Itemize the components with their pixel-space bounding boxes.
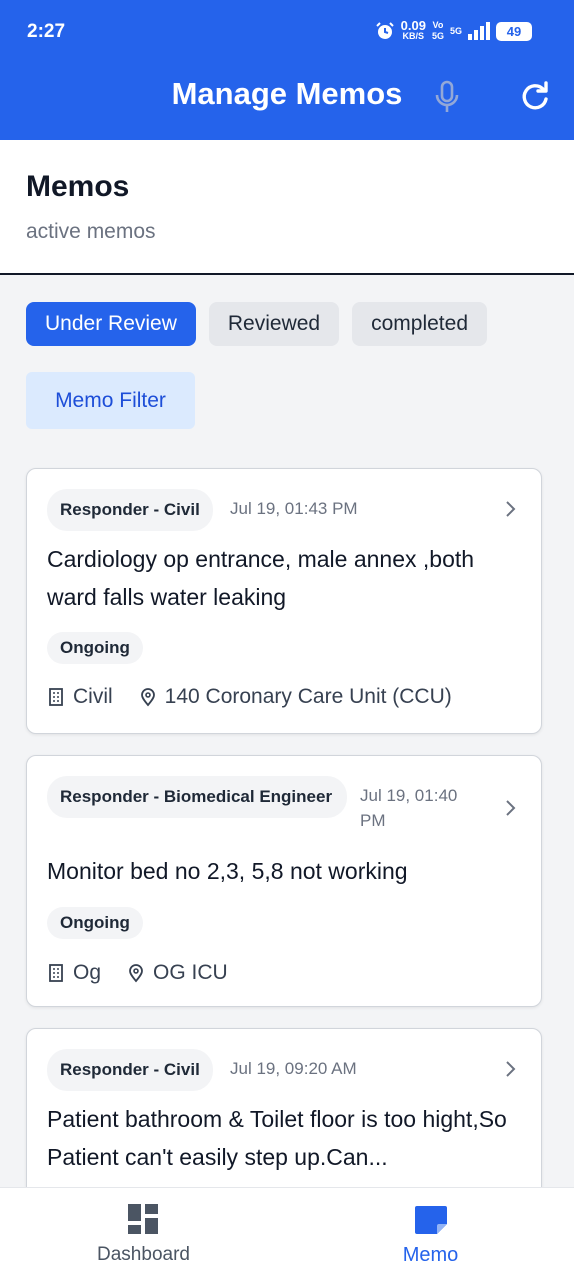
memo-meta: Og OG ICU <box>47 961 228 985</box>
building-icon <box>49 688 63 706</box>
memo-department: Civil <box>73 685 113 708</box>
net-speed: 0.09 KB/S <box>400 18 426 41</box>
chevron-right-icon[interactable] <box>503 798 517 818</box>
page-subtitle: active memos <box>26 220 156 243</box>
memo-filter-button[interactable]: Memo Filter <box>26 372 195 429</box>
status-time: 2:27 <box>27 21 66 42</box>
page-header: Memos active memos <box>0 140 574 275</box>
nav-memo[interactable]: Memo <box>287 1188 574 1280</box>
status-icons: 0.09 KB/S Vo 5G 5G 49 <box>375 18 532 42</box>
network-type: 5G <box>449 25 462 36</box>
chevron-right-icon[interactable] <box>503 499 517 519</box>
status-tabs: Under Review Reviewed completed <box>26 302 487 346</box>
memo-location: OG ICU <box>153 961 228 984</box>
bottom-nav: Dashboard Memo <box>0 1187 574 1280</box>
status-badge: Ongoing <box>47 632 143 664</box>
memo-department: Og <box>73 961 102 984</box>
page-title: Memos <box>26 170 130 203</box>
nav-memo-label: Memo <box>402 1244 459 1266</box>
microphone-icon[interactable] <box>432 80 462 114</box>
app-title: Manage Memos <box>171 76 403 111</box>
memo-time: Jul 19, 01:40 PM <box>360 786 458 830</box>
app-bar: 2:27 0.09 KB/S Vo 5G 5G 49 Manage Memos <box>0 0 574 140</box>
nav-dashboard-label: Dashboard <box>97 1244 190 1265</box>
nav-dashboard[interactable]: Dashboard <box>0 1188 287 1280</box>
tab-completed[interactable]: completed <box>352 302 487 346</box>
memo-meta: Civil 140 Coronary Care Unit (CCU) <box>47 685 452 709</box>
responder-badge: Responder - Biomedical Engineer <box>47 776 347 818</box>
signal-icon <box>468 22 490 40</box>
memo-card[interactable]: Responder - Biomedical Engineer Jul 19, … <box>26 755 542 1007</box>
chevron-right-icon[interactable] <box>503 1059 517 1079</box>
tab-under-review[interactable]: Under Review <box>26 302 196 346</box>
battery-icon: 49 <box>496 21 532 41</box>
building-icon <box>49 964 63 982</box>
location-pin-icon <box>140 688 155 707</box>
memo-title: Monitor bed no 2,3, 5,8 not working <box>47 858 408 884</box>
alarm-icon <box>375 22 394 39</box>
volte-indicator: Vo 5G <box>431 20 444 41</box>
status-badge: Ongoing <box>47 907 143 939</box>
dashboard-icon <box>128 1204 158 1234</box>
memo-icon <box>415 1206 447 1234</box>
tab-reviewed[interactable]: Reviewed <box>208 302 340 346</box>
memo-title: Cardiology op entrance, male annex ,both… <box>47 546 475 610</box>
memo-location: 140 Coronary Care Unit (CCU) <box>164 685 452 708</box>
memo-time: Jul 19, 09:20 AM <box>230 1059 357 1078</box>
location-pin-icon <box>129 964 143 983</box>
refresh-icon[interactable] <box>518 80 554 114</box>
memo-title: Patient bathroom & Toilet floor is too h… <box>47 1106 507 1170</box>
memo-time: Jul 19, 01:43 PM <box>230 499 358 518</box>
responder-badge: Responder - Civil <box>47 1049 213 1091</box>
memo-card[interactable]: Responder - Civil Jul 19, 01:43 PM Cardi… <box>26 468 542 734</box>
responder-badge: Responder - Civil <box>47 489 213 531</box>
